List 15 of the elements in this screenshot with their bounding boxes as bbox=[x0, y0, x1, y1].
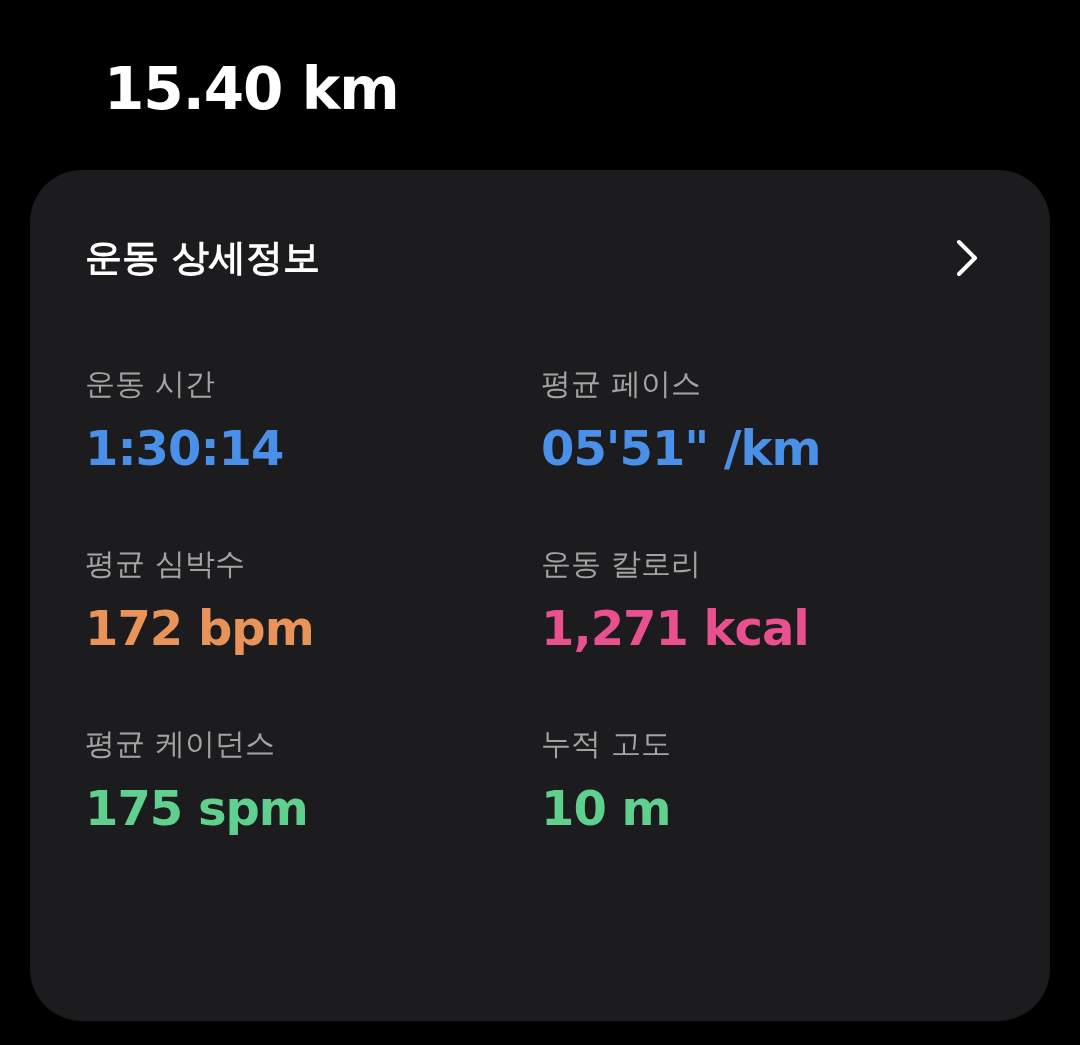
stat-value: 172 bpm bbox=[85, 600, 315, 658]
stat-label: 운동 시간 bbox=[85, 366, 216, 403]
stat-label: 평균 심박수 bbox=[85, 546, 246, 582]
stat-value: 05'51" /km bbox=[541, 420, 822, 478]
stat-value: 10 m bbox=[541, 779, 672, 838]
stat-label: 평균 페이스 bbox=[541, 366, 702, 403]
stat-value: 1,271 kcal bbox=[541, 600, 810, 658]
chevron-right-icon[interactable] bbox=[954, 238, 980, 279]
stat-label: 운동 칼로리 bbox=[541, 546, 702, 582]
stat-value: 1:30:14 bbox=[85, 420, 285, 478]
stat-label: 평균 케이던스 bbox=[85, 725, 276, 762]
card-title: 운동 상세정보 bbox=[85, 236, 320, 281]
stat-label: 누적 고도 bbox=[541, 725, 672, 762]
stat-value: 175 spm bbox=[85, 779, 309, 838]
distance-value: 15.40 km bbox=[103, 54, 400, 118]
